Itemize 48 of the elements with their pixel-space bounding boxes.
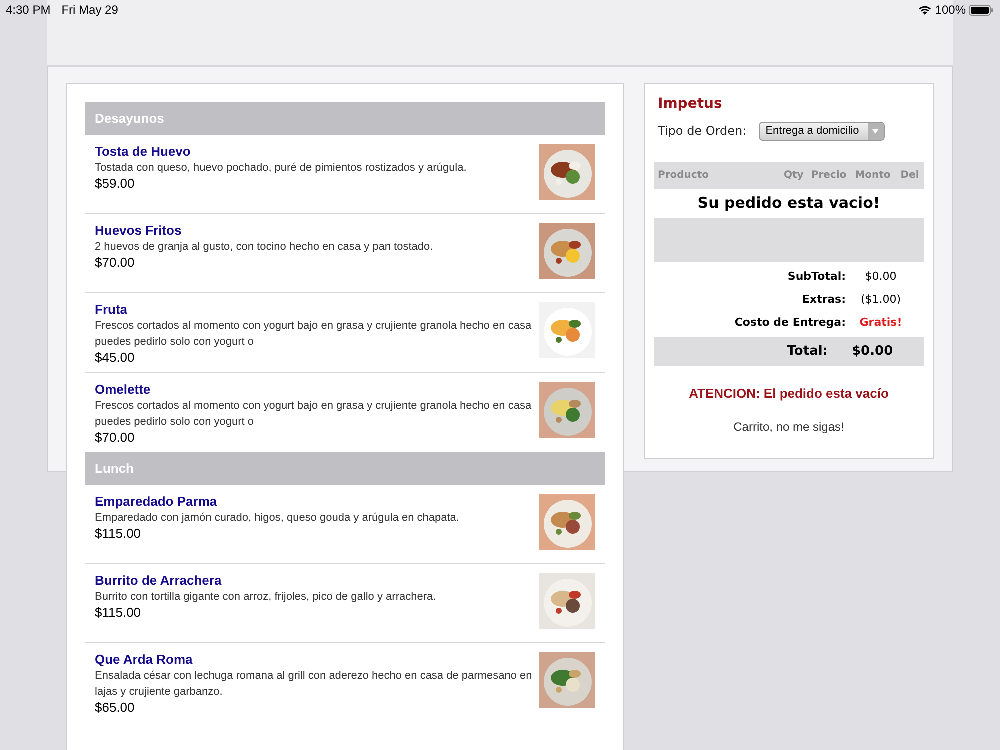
item-name: Burrito de Arrachera bbox=[95, 573, 223, 589]
item-description: 2 huevos de granja al gusto, con tocino hecho en casa y pan tostado. bbox=[95, 240, 434, 255]
item-description: Tostada con queso, huevo pochado, puré de pimientos rostizados y arúgula. bbox=[95, 161, 468, 176]
item-price: $45.00 bbox=[95, 350, 136, 366]
order-type-dropdown[interactable]: Entrega a domicilio bbox=[758, 122, 885, 140]
order-type-label: Tipo de Orden: bbox=[658, 123, 747, 140]
wifi-icon bbox=[918, 5, 932, 15]
item-description: Ensalada césar con lechuga romana al grill con aderezo hecho en casa de parmesano en lajas y crujiente garbanzo. bbox=[95, 669, 534, 700]
column-header: Precio bbox=[810, 169, 848, 183]
empty-cart-message: Su pedido esta vacio! bbox=[696, 193, 882, 214]
column-header: Del bbox=[900, 169, 920, 183]
warning-message: ATENCION: El pedido esta vacío bbox=[688, 385, 890, 403]
item-name: Emparedado Parma bbox=[95, 494, 218, 510]
total-label: Extras: bbox=[801, 292, 846, 308]
status-time: 4:30 PM bbox=[6, 2, 51, 19]
column-header: Qty bbox=[784, 169, 805, 183]
section-title: Lunch bbox=[95, 460, 134, 478]
item-name: Tosta de Huevo bbox=[95, 144, 192, 160]
item-name: Omelette bbox=[95, 382, 152, 398]
total-value: $0.00 bbox=[864, 269, 898, 286]
item-name: Huevos Fritos bbox=[95, 223, 183, 239]
status-date: Fri May 29 bbox=[62, 2, 118, 19]
column-header: Monto bbox=[854, 169, 892, 183]
item-price: $70.00 bbox=[95, 255, 136, 271]
item-name: Que Arda Roma bbox=[95, 652, 194, 668]
item-description: Frescos cortados al momento con yogurt bajo en grasa y crujiente granola hecho en casa puedes pedirlo solo con yogurt o bbox=[95, 399, 533, 430]
item-name: Fruta bbox=[95, 302, 128, 318]
total-value: ($1.00) bbox=[860, 292, 902, 308]
cart-footer-text: Carrito, no me sigas! bbox=[732, 418, 846, 436]
total-label: Total: bbox=[786, 342, 828, 361]
column-header: Producto bbox=[657, 169, 710, 183]
section-title: Desayunos bbox=[95, 110, 164, 128]
item-price: $65.00 bbox=[95, 700, 136, 716]
total-value: Gratis! bbox=[858, 315, 904, 332]
item-price: $115.00 bbox=[95, 526, 142, 542]
total-label: SubTotal: bbox=[786, 269, 846, 286]
item-price: $59.00 bbox=[95, 176, 136, 192]
item-price: $70.00 bbox=[95, 430, 136, 446]
item-description: Burrito con tortilla gigante con arroz, frijoles, pico de gallo y arrachera. bbox=[95, 590, 438, 605]
shop-title: Impetus bbox=[657, 95, 724, 114]
item-price: $115.00 bbox=[95, 605, 142, 621]
total-label: Costo de Entrega: bbox=[734, 315, 846, 332]
total-value: $0.00 bbox=[852, 342, 894, 361]
battery-icon bbox=[969, 4, 994, 16]
battery-percent: 100% bbox=[935, 2, 966, 19]
item-description: Emparedado con jamón curado, higos, queso gouda y arúgula en chapata. bbox=[95, 511, 460, 526]
item-description: Frescos cortados al momento con yogurt bajo en grasa y crujiente granola hecho en casa puedes pedirlo solo con yogurt o bbox=[95, 319, 533, 350]
caret-icon bbox=[872, 128, 880, 134]
